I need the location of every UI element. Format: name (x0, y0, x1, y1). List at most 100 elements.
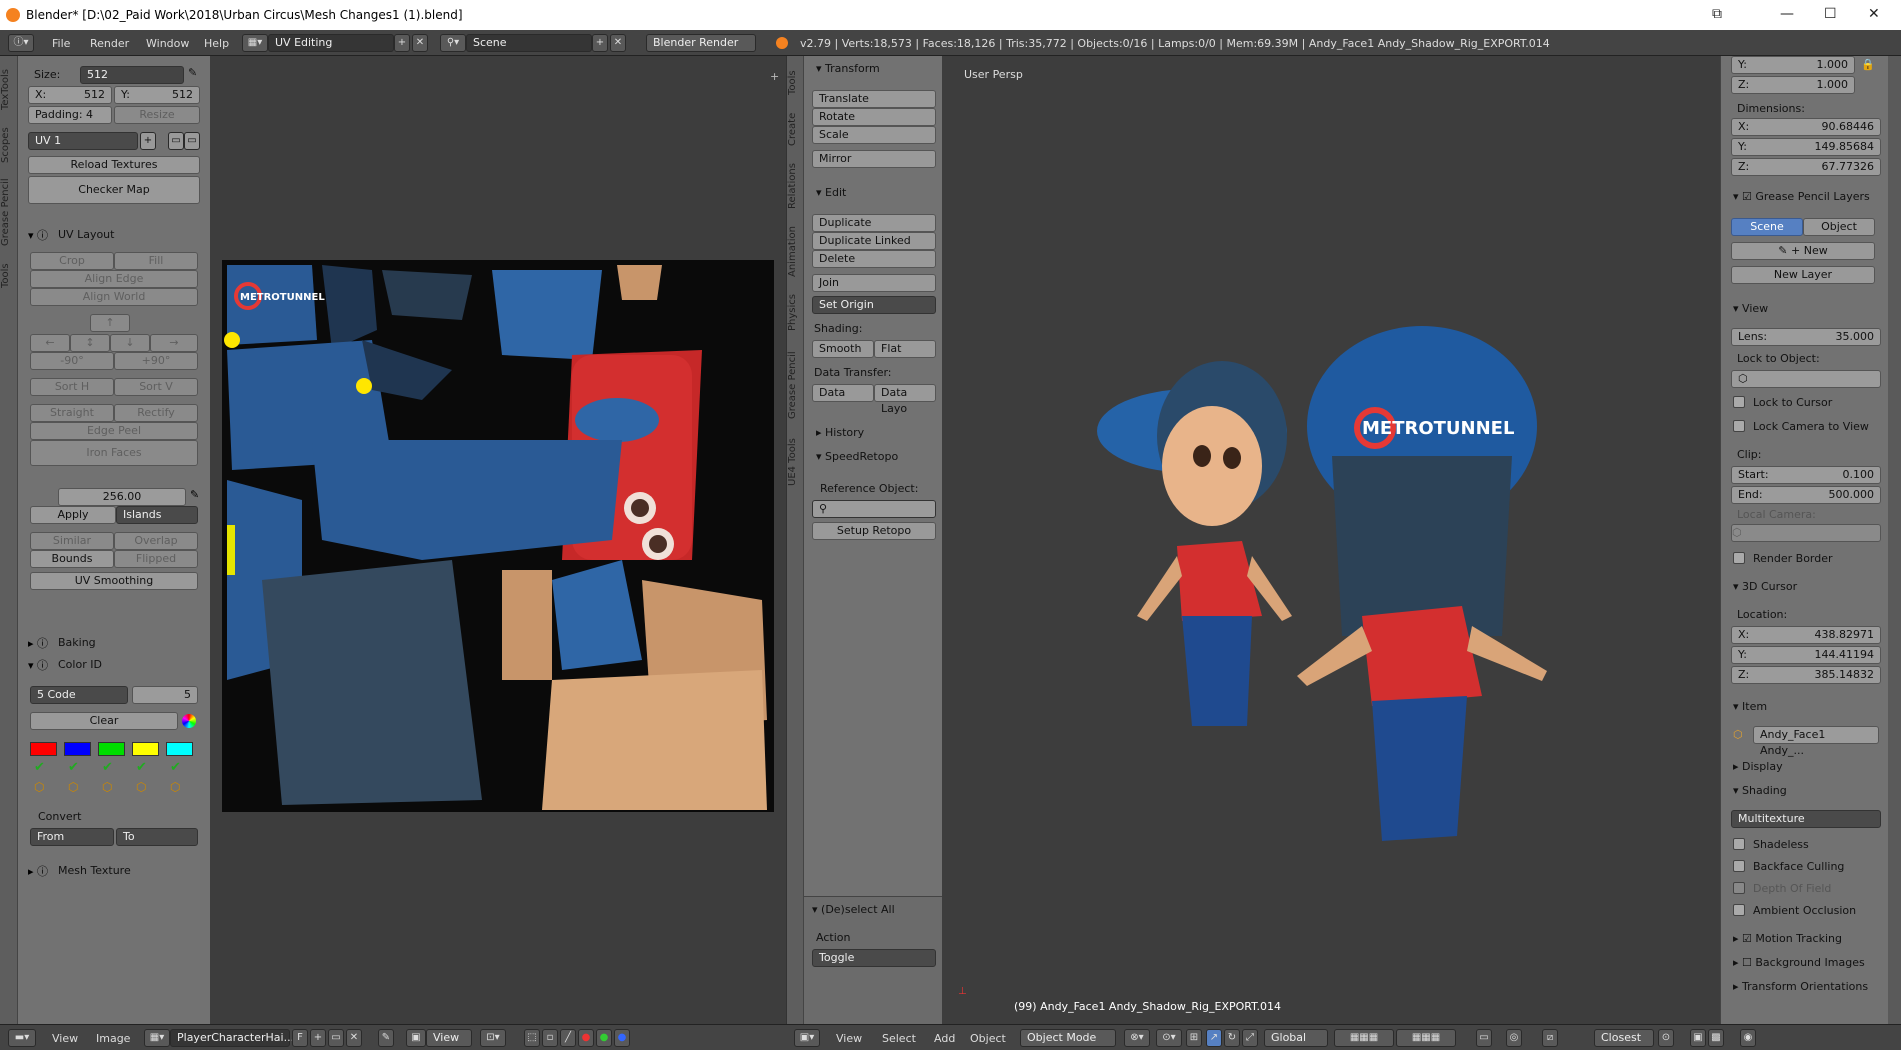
color-swatch[interactable] (132, 742, 159, 756)
layout-icon[interactable]: ▦▾ (242, 34, 268, 52)
uv-smoothing-button[interactable]: UV Smoothing (30, 572, 198, 590)
3d-menu-object[interactable]: Object (970, 1032, 1006, 1045)
character-models[interactable]: METROTUNNEL (1042, 316, 1622, 936)
menu-window[interactable]: Window (146, 37, 189, 50)
islands-select[interactable]: Islands (116, 506, 198, 524)
smooth-button[interactable]: Smooth (812, 340, 874, 358)
add-uv-icon[interactable]: + (140, 132, 156, 150)
remove-scene-icon[interactable]: ✕ (610, 34, 626, 52)
snap-target-select[interactable]: Closest (1594, 1029, 1654, 1047)
translate-manip-icon[interactable]: ↗ (1206, 1029, 1222, 1047)
local-camera-field[interactable]: ⬡ (1731, 524, 1881, 542)
uv-sync-icon[interactable]: ⬚ (524, 1029, 540, 1047)
mesh-texture-header[interactable]: Mesh Texture (58, 864, 131, 877)
select-color-icon[interactable]: ⬡ (102, 780, 112, 794)
fake-user-button[interactable]: F (292, 1029, 308, 1047)
convert-from-select[interactable]: From (30, 828, 114, 846)
resize-button[interactable]: Resize (114, 106, 200, 124)
menu-render[interactable]: Render (90, 37, 129, 50)
deselect-all-header[interactable]: ▾ (De)select All (812, 903, 895, 916)
uv-red-channel-icon[interactable]: ● (578, 1029, 594, 1047)
new-image-icon[interactable]: + (310, 1029, 326, 1047)
uv-layout-header[interactable]: UV Layout (58, 228, 114, 241)
align-world-button[interactable]: Align World (30, 288, 198, 306)
uv-mode-icon[interactable]: ▣ (406, 1029, 426, 1047)
sort-h-button[interactable]: Sort H (30, 378, 114, 396)
mesh-texture-expand-icon[interactable]: ▸ ⓘ (28, 863, 48, 879)
dimension-x-field[interactable]: X: 90.68446 (1731, 118, 1881, 136)
rotate-button[interactable]: Rotate (812, 108, 936, 126)
convert-to-select[interactable]: To (116, 828, 198, 846)
restore-icon[interactable]: ⧉ (1712, 6, 1722, 22)
3d-editor-type-icon[interactable]: ▣▾ (794, 1029, 820, 1047)
bounds-button[interactable]: Bounds (30, 550, 114, 568)
image-name-field[interactable]: PlayerCharacterHai... (170, 1029, 294, 1047)
clip-start-field[interactable]: Start: 0.100 (1731, 466, 1881, 484)
render-anim-icon[interactable]: ▩ (1708, 1029, 1724, 1047)
duplicate-linked-button[interactable]: Duplicate Linked (812, 232, 936, 250)
manipulator-icon[interactable]: ⊞ (1186, 1029, 1202, 1047)
data-layout-button[interactable]: Data Layo (874, 384, 936, 415)
setup-retopo-button[interactable]: Setup Retopo (812, 522, 936, 540)
clear-button[interactable]: Clear (30, 712, 178, 730)
gl-render-icon[interactable]: ◉ (1740, 1029, 1756, 1047)
add-scene-icon[interactable]: + (592, 34, 608, 52)
uv-menu-view[interactable]: View (52, 1032, 78, 1045)
mirror-button[interactable]: Mirror (812, 150, 936, 168)
reload-textures-button[interactable]: Reload Textures (28, 156, 200, 174)
tab-tools-3d[interactable]: Tools (787, 64, 803, 102)
fill-button[interactable]: Fill (114, 252, 198, 270)
tab-physics[interactable]: Physics (787, 288, 803, 338)
3d-menu-add[interactable]: Add (934, 1032, 955, 1045)
edge-peel-button[interactable]: Edge Peel (30, 422, 198, 440)
duplicate-button[interactable]: Duplicate (812, 214, 936, 232)
cursor-y-field[interactable]: Y: 144.41194 (1731, 646, 1881, 664)
scale-button[interactable]: Scale (812, 126, 936, 144)
set-origin-select[interactable]: Set Origin (812, 296, 936, 314)
align-up-button[interactable]: ↑ (90, 314, 130, 332)
lock-object-field[interactable]: ⬡ (1731, 370, 1881, 388)
lock-scale-icon[interactable]: 🔒 (1861, 58, 1875, 71)
open-image-icon[interactable]: ▭ (328, 1029, 344, 1047)
similar-button[interactable]: Similar (30, 532, 114, 550)
rotate-pos-button[interactable]: +90° (114, 352, 198, 370)
tab-create[interactable]: Create (787, 106, 803, 152)
sort-v-button[interactable]: Sort V (114, 378, 198, 396)
screen-layout-select[interactable]: UV Editing (268, 34, 394, 52)
scale-z-field[interactable]: Z: 1.000 (1731, 76, 1855, 94)
size-select[interactable]: 512 (80, 66, 184, 84)
snap-align-icon[interactable]: ⊙ (1658, 1029, 1674, 1047)
size-y-field[interactable]: Y: 512 (114, 86, 200, 104)
align-center-button[interactable]: ↕ (70, 334, 110, 352)
gp-new-button[interactable]: ✎ + New (1731, 242, 1875, 260)
pin-icon[interactable]: ✎ (378, 1029, 394, 1047)
item-name-field[interactable]: Andy_Face1 Andy_... (1753, 726, 1879, 757)
tab-animation[interactable]: Animation (787, 220, 803, 284)
render-border-checkbox[interactable] (1733, 552, 1745, 564)
reference-object-field[interactable]: ⚲ (812, 500, 936, 518)
select-color-icon[interactable]: ⬡ (170, 780, 180, 794)
iron-faces-button[interactable]: Iron Faces (30, 440, 198, 466)
remove-layout-icon[interactable]: ✕ (412, 34, 428, 52)
uv-option-icon[interactable]: ▭ (168, 132, 184, 150)
add-layout-icon[interactable]: + (394, 34, 410, 52)
uv-editor[interactable]: METROTUNNEL + (212, 56, 784, 1024)
scale-y-field[interactable]: Y: 1.000 (1731, 56, 1855, 74)
lens-field[interactable]: Lens: 35.000 (1731, 328, 1881, 346)
motion-tracking-header[interactable]: ▸ ☑ Motion Tracking (1733, 932, 1842, 945)
align-right-button[interactable]: → (150, 334, 198, 352)
viewport-shading-icon[interactable]: ⊗▾ (1124, 1029, 1150, 1047)
eyedropper-icon[interactable]: ✎ (188, 66, 197, 79)
align-down-button[interactable]: ↓ (110, 334, 150, 352)
shadeless-checkbox[interactable] (1733, 838, 1745, 850)
pivot-icon[interactable]: ⊡▾ (480, 1029, 506, 1047)
maximize-button[interactable]: ☐ (1824, 6, 1837, 22)
uv-editor-type-icon[interactable]: ▬▾ (8, 1029, 36, 1047)
padding-field[interactable]: Padding: 4 (28, 106, 112, 124)
pivot-point-icon[interactable]: ⊙▾ (1156, 1029, 1182, 1047)
3d-cursor-header[interactable]: ▾ 3D Cursor (1733, 580, 1797, 593)
crop-button[interactable]: Crop (30, 252, 114, 270)
multitexture-select[interactable]: Multitexture (1731, 810, 1881, 828)
uv-blue-channel-icon[interactable]: ● (614, 1029, 630, 1047)
image-browse-icon[interactable]: ▦▾ (144, 1029, 170, 1047)
